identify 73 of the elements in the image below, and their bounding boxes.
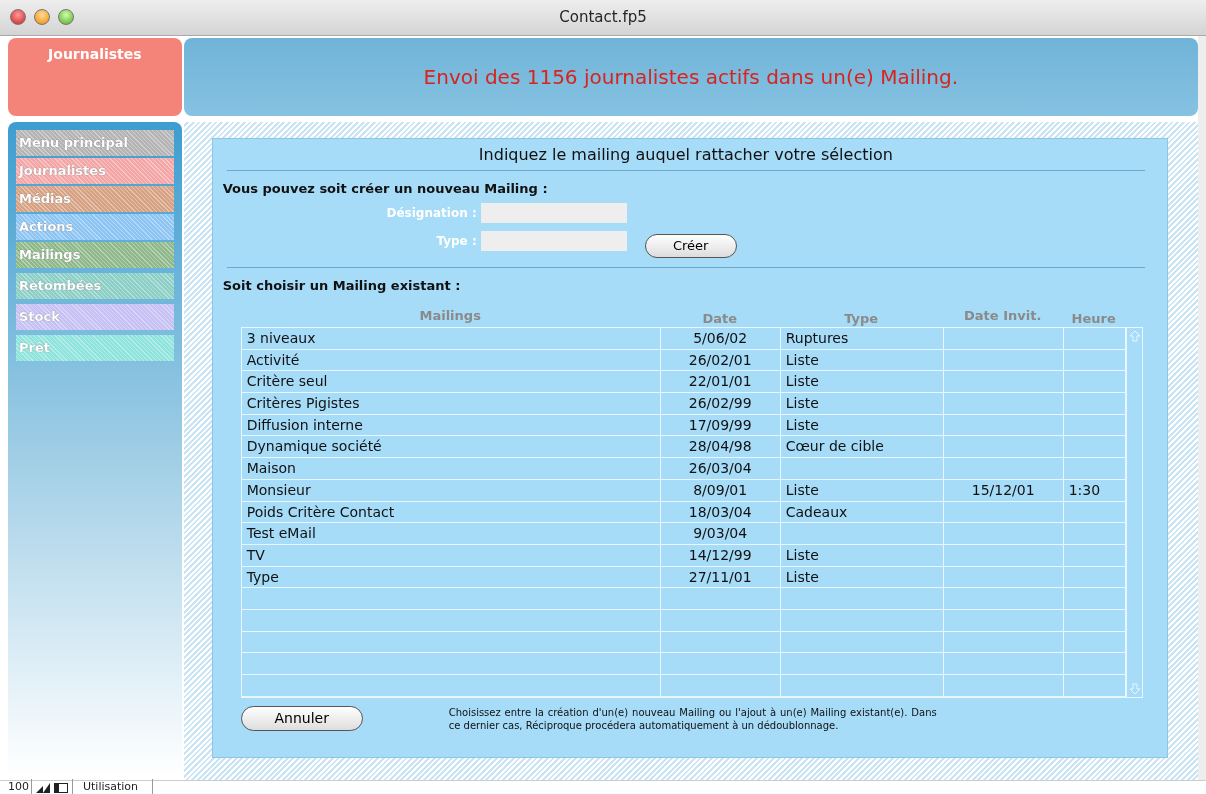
minimize-button[interactable] [34,9,50,25]
table-cell: 1:30 [1068,481,1101,498]
table-cell: 15/12/01 [971,481,1035,498]
zoom-level[interactable]: 100 [8,779,32,794]
table-cell: 9/03/04 [693,525,748,542]
section-heading: Vous pouvez soit créer un nouveau Mailing : [222,181,548,196]
table-cell: Liste [785,481,819,498]
panel-title: Indiquez le mailing auquel rattacher votre sélection [226,143,1145,171]
table-cell: Cadeaux [785,503,848,520]
column-header: Date [702,311,737,326]
input-field[interactable] [480,230,627,251]
table-cell: 18/03/04 [688,503,752,520]
table-cell: Critère seul [246,373,328,390]
table-cell: Liste [785,395,819,412]
sidebar-item[interactable]: Journalistes [16,158,174,184]
scroll-down-icon[interactable] [1128,682,1141,695]
table-cell: Test eMail [246,525,316,542]
table-cell: 14/12/99 [688,546,752,563]
field-label: Type : [435,232,478,250]
table-cell: 5/06/02 [693,330,748,346]
table-cell: Maison [246,460,296,477]
column-header: Mailings [419,308,481,323]
table-cell: 26/02/99 [688,395,752,412]
sidebar-item[interactable]: Mailings [16,242,174,268]
close-button[interactable] [10,9,26,25]
table-cell: 26/03/04 [688,460,752,477]
table-cell: 28/04/98 [688,438,752,455]
field-label: Désignation : [385,204,478,222]
table-cell: 26/02/01 [688,351,752,368]
table-cell: Poids Critère Contact [246,503,395,520]
table-cell: Dynamique société [246,438,382,455]
table-cell: Monsieur [246,481,311,498]
table-cell: Ruptures [785,330,849,346]
table-cell: Liste [785,416,819,433]
column-header: Heure [1071,311,1116,326]
table-cell: Type [246,568,279,585]
column-header: Date Invit. [964,308,1042,323]
help-text: Choisissez entre la création d'un(e) nouveau Mailing ou l'ajout à un(e) Mailing existant(e). Dans ce dernier cas, Réciproque procédera automatiquement à un dédoublonnage. [448,705,937,732]
header-message: Envoi des 1156 journalistes actifs dans un(e) Mailing. [423,64,959,91]
table-cell: Activité [246,351,300,368]
table-cell: 3 niveaux [246,330,316,346]
section-heading: Soit choisir un Mailing existant : [222,277,461,293]
sidebar-item[interactable]: Actions [16,214,174,240]
window-title: Contact.fp5 [559,7,647,29]
mode-label: Utilisation [72,779,154,794]
table-cell: Liste [785,568,819,585]
sidebar-item[interactable]: Menu principal [16,130,174,156]
table-cell: 27/11/01 [688,568,752,585]
scrollbar[interactable] [1125,328,1143,697]
table-cell: Cœur de cible [785,438,884,455]
table-cell: Liste [785,351,819,368]
create-button[interactable]: Créer [644,234,737,258]
sidebar-item[interactable]: Prêt [16,335,174,361]
zoom-icon[interactable] [36,782,50,793]
scroll-up-icon[interactable] [1128,330,1141,342]
input-field[interactable] [480,202,627,223]
table-cell: 22/01/01 [688,373,752,390]
table-cell: Liste [785,546,819,563]
table-cell: 8/09/01 [693,481,748,498]
sidebar-item[interactable]: Médias [16,186,174,212]
table-cell: Diffusion interne [246,416,363,433]
layout-title: Journalistes [8,38,182,116]
table-cell: TV [246,546,265,563]
table-cell: Liste [785,373,819,390]
window-scrollbar[interactable] [1198,36,1206,780]
column-header: Type [844,311,879,326]
status-toggle-icon[interactable] [54,782,68,793]
sidebar-item[interactable]: Stock [16,304,174,330]
table-cell: 17/09/99 [688,416,752,433]
cancel-button[interactable]: Annuler [240,705,363,731]
zoom-button[interactable] [58,9,74,25]
table-cell: Critères Pigistes [246,395,360,412]
sidebar-item[interactable]: Retombées [16,273,174,299]
